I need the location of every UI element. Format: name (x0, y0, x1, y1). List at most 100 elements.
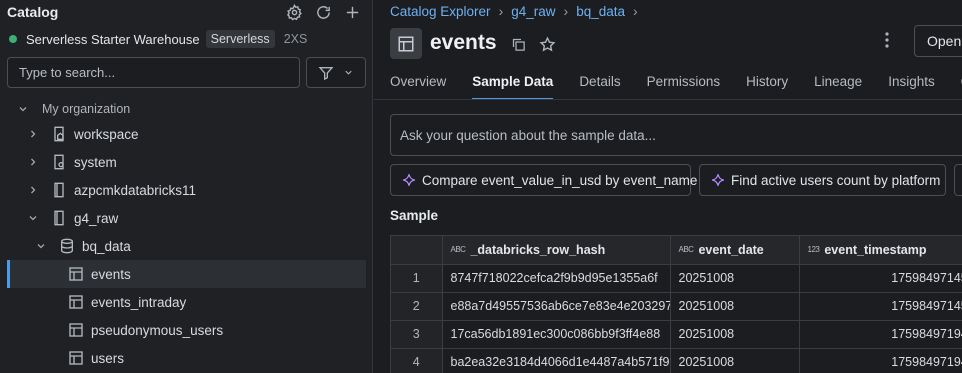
refresh-icon[interactable] (314, 3, 332, 21)
tree-item-pseudonymous-users[interactable]: pseudonymous_users (7, 316, 366, 344)
tree-item-users[interactable]: users (7, 344, 366, 372)
warehouse-size: 2XS (283, 32, 308, 46)
plus-icon[interactable] (343, 3, 361, 21)
table-cell[interactable]: 1759849719439581 (799, 348, 962, 373)
sparkle-icon (402, 173, 416, 187)
tab-history[interactable]: History (746, 74, 788, 100)
catalog-icon (51, 182, 67, 198)
table-icon (68, 294, 84, 310)
catalog-home-icon (51, 126, 67, 142)
tab-sample-data[interactable]: Sample Data (472, 74, 554, 100)
row-number: 3 (391, 320, 443, 349)
warehouse-name: Serverless Starter Warehouse (26, 31, 200, 47)
table-cell[interactable]: 20251008 (670, 292, 800, 321)
string-type-icon: ABC (450, 244, 466, 254)
tree-item-label: system (74, 154, 117, 170)
suggestion-label: Compare event_value_in_usd by event_name (422, 172, 698, 188)
table-icon (68, 266, 84, 282)
tab-overview[interactable]: Overview (390, 74, 446, 100)
breadcrumb-catalog-explorer[interactable]: Catalog Explorer (390, 4, 491, 19)
suggestion-overflow[interactable] (954, 164, 962, 196)
sparkle-icon (711, 173, 725, 187)
chevron-right-icon (26, 155, 40, 169)
tree-item-label: azpcmkdatabricks11 (74, 182, 197, 198)
sample-heading: Sample (390, 208, 439, 223)
copy-icon[interactable] (510, 36, 526, 52)
page-title: events (430, 31, 497, 54)
table-cell[interactable]: 20251008 (670, 348, 800, 373)
table-cell[interactable]: ba2ea32e3184d4066d1e4487a4b571f9 (442, 348, 671, 373)
tree-item-bq-data[interactable]: bq_data (7, 232, 366, 260)
chevron-right-icon (26, 183, 40, 197)
suggestion-active-users[interactable]: Find active users count by platform (699, 164, 946, 196)
table-cell[interactable]: 8747f718022cefca2f9b9d95e1355a6f (442, 264, 671, 293)
sidebar-header-actions (285, 3, 361, 21)
star-icon[interactable] (538, 35, 556, 53)
breadcrumb-bq-data[interactable]: bq_data (576, 4, 625, 19)
table-cell[interactable]: 20251008 (670, 264, 800, 293)
catalog-gear-icon (51, 154, 67, 170)
tab-permissions[interactable]: Permissions (647, 74, 721, 100)
string-type-icon: ABC (678, 244, 694, 254)
chevron-right-icon (26, 127, 40, 141)
row-number: 1 (391, 264, 443, 293)
suggestion-compare-event-value[interactable]: Compare event_value_in_usd by event_name (390, 164, 697, 196)
catalog-sidebar: Catalog Serverless Starter Warehouse Ser… (0, 0, 373, 373)
column-header[interactable]: ABC _databricks_row_hash (442, 236, 671, 265)
tree-item-workspace[interactable]: workspace (7, 120, 366, 148)
database-icon (59, 238, 75, 254)
tree-item-events-intraday[interactable]: events_intraday (7, 288, 366, 316)
chevron-down-icon (34, 239, 48, 253)
tree-item-label: My organization (42, 102, 131, 116)
breadcrumb: Catalog Explorer › g4_raw › bq_data › (390, 3, 638, 19)
tree-item-my-organization[interactable]: My organization (7, 95, 366, 123)
tree-item-label: pseudonymous_users (91, 322, 224, 338)
tree-item-events[interactable]: events (7, 260, 366, 288)
filter-button[interactable] (306, 57, 366, 88)
table-cell[interactable]: e88a7d49557536ab6ce7e83e4e203297 (442, 292, 671, 321)
row-number: 2 (391, 292, 443, 321)
tabs-divider (374, 99, 962, 100)
table-icon (68, 322, 84, 338)
column-header[interactable]: 123 event_timestamp (799, 236, 962, 265)
filter-icon (318, 65, 334, 81)
column-header-label: event_timestamp (824, 242, 927, 257)
breadcrumb-g4-raw[interactable]: g4_raw (511, 4, 555, 19)
breadcrumb-separator: › (633, 3, 638, 19)
column-header-label: event_date (698, 242, 764, 257)
more-options-icon[interactable] (878, 30, 896, 50)
table-cell[interactable]: 1759849714582906 (799, 264, 962, 293)
chevron-down-icon (26, 211, 40, 225)
open-button[interactable]: Open (914, 25, 962, 57)
column-header[interactable]: ABC event_date (670, 236, 800, 265)
tree-item-g4-raw[interactable]: g4_raw (7, 204, 366, 232)
ask-question-input[interactable] (390, 114, 962, 156)
table-type-icon (390, 28, 422, 59)
tree-item-label: bq_data (82, 238, 131, 254)
catalog-search-input[interactable] (7, 57, 300, 88)
number-type-icon: 123 (807, 244, 820, 254)
table-cell[interactable]: 1759849719439581 (799, 320, 962, 349)
tree-item-azpcmkdatabricks11[interactable]: azpcmkdatabricks11 (7, 176, 366, 204)
sidebar-title: Catalog (7, 4, 59, 20)
breadcrumb-separator: › (498, 3, 504, 19)
catalog-icon (51, 210, 67, 226)
tab-details[interactable]: Details (579, 74, 620, 100)
tab-bar: Overview Sample Data Details Permissions… (390, 74, 962, 100)
tree-item-label: workspace (74, 126, 139, 142)
tab-lineage[interactable]: Lineage (814, 74, 862, 100)
table-cell[interactable]: 1759849714582906 (799, 292, 962, 321)
sample-data-table: ABC _databricks_row_hash ABC event_date 12… (390, 235, 962, 373)
table-cell[interactable]: 20251008 (670, 320, 800, 349)
table-row: 1 8747f718022cefca2f9b9d95e1355a6f 20251… (391, 264, 962, 293)
warehouse-selector[interactable]: Serverless Starter Warehouse Serverless … (9, 29, 307, 49)
table-cell[interactable]: 17ca56db1891ec300c086bb9f3ff4e88 (442, 320, 671, 349)
suggestion-label: Find active users count by platform (731, 172, 941, 188)
warehouse-status-dot (9, 35, 17, 43)
table-row: 4 ba2ea32e3184d4066d1e4487a4b571f9 20251… (391, 348, 962, 373)
tab-insights[interactable]: Insights (888, 74, 935, 100)
tree-item-system[interactable]: system (7, 148, 366, 176)
table-row: 3 17ca56db1891ec300c086bb9f3ff4e88 20251… (391, 320, 962, 349)
table-header-row: ABC _databricks_row_hash ABC event_date 12… (391, 236, 962, 265)
gear-icon[interactable] (285, 3, 303, 21)
